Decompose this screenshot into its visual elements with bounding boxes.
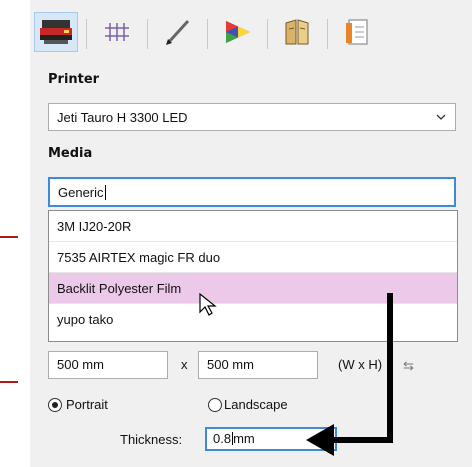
- printer-label: Printer: [48, 72, 100, 87]
- pen-icon: [166, 19, 190, 45]
- media-input[interactable]: Generic: [48, 177, 456, 207]
- thickness-label: Thickness:: [120, 432, 183, 447]
- width-input[interactable]: 500 mm: [48, 351, 168, 379]
- settings-panel: Printer Jeti Tauro H 3300 LED Media Gene…: [30, 0, 472, 467]
- portrait-label: Portrait: [66, 397, 108, 412]
- media-label: Media: [48, 146, 93, 161]
- thickness-row: Thickness: 0.8 mm: [30, 425, 472, 453]
- toolbar: [30, 10, 472, 54]
- size-row: 500 mm x 500 mm (W x H) ⇆: [48, 351, 468, 381]
- media-dropdown-list: 3M IJ20-20R 7535 AIRTEX magic FR duo Bac…: [48, 210, 458, 342]
- thickness-input[interactable]: 0.8 mm: [205, 427, 337, 451]
- toolbar-book-button[interactable]: [276, 13, 328, 51]
- landscape-radio[interactable]: [208, 398, 222, 412]
- dropdown-option[interactable]: 7535 AIRTEX magic FR duo: [49, 242, 457, 273]
- portrait-radio[interactable]: [48, 398, 62, 412]
- printer-select[interactable]: Jeti Tauro H 3300 LED: [48, 103, 456, 131]
- color-prism-icon: [226, 21, 250, 43]
- edge-marker-top: [0, 236, 18, 238]
- thickness-unit: mm: [233, 431, 255, 446]
- edge-marker-bottom: [0, 381, 18, 383]
- link-icon[interactable]: ⇆: [403, 358, 414, 374]
- size-separator: x: [181, 357, 188, 372]
- orientation-row: Portrait Landscape: [48, 396, 468, 418]
- landscape-label: Landscape: [224, 397, 288, 412]
- media-input-value: Generic: [58, 184, 104, 200]
- printer-selected-value: Jeti Tauro H 3300 LED: [57, 109, 188, 125]
- document-layout-icon: [346, 19, 368, 45]
- text-caret: [104, 184, 106, 200]
- printer-icon: [40, 20, 72, 44]
- book-icon: [285, 19, 309, 45]
- dropdown-option[interactable]: 3M IJ20-20R: [49, 211, 457, 242]
- chevron-down-icon[interactable]: [435, 111, 447, 123]
- toolbar-printer-button[interactable]: [34, 12, 87, 52]
- toolbar-color-button[interactable]: [216, 13, 268, 51]
- mouse-cursor-icon: [199, 292, 217, 316]
- toolbar-pen-button[interactable]: [156, 13, 208, 51]
- thickness-value: 0.8: [213, 431, 232, 446]
- dropdown-option[interactable]: yupo tako: [49, 304, 457, 335]
- toolbar-document-button[interactable]: [336, 13, 378, 51]
- toolbar-grid-button[interactable]: [96, 13, 148, 51]
- dropdown-option-highlighted[interactable]: Backlit Polyester Film: [49, 273, 457, 304]
- size-unit-hint: (W x H): [338, 357, 383, 372]
- height-input[interactable]: 500 mm: [198, 351, 318, 379]
- grid-icon: [105, 23, 129, 41]
